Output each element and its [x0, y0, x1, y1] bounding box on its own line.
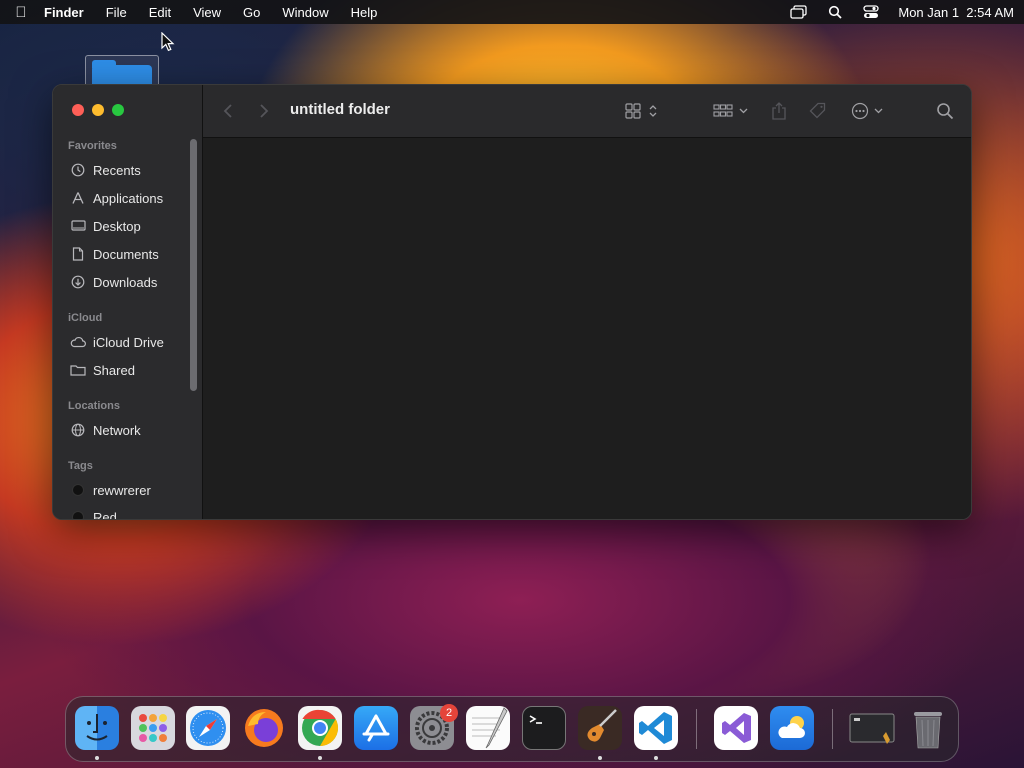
- chrome-icon[interactable]: [298, 706, 342, 750]
- weather-icon[interactable]: [770, 706, 814, 750]
- sidebar-section-tags: Tags: [68, 460, 93, 472]
- menu-view[interactable]: View: [193, 5, 221, 20]
- running-indicator: [95, 756, 99, 760]
- running-indicator: [598, 756, 602, 760]
- sidebar-item-label: rewwrerer: [93, 482, 151, 498]
- sidebar-item-tag-rewwrerer[interactable]: rewwrerer: [70, 480, 151, 500]
- window-title: untitled folder: [290, 101, 390, 118]
- sidebar-item-recents[interactable]: Recents: [70, 160, 141, 180]
- sidebar-section-icloud: iCloud: [68, 312, 103, 324]
- icon-view-toggle-icon[interactable]: [625, 101, 659, 121]
- dock-separator: [832, 709, 833, 749]
- sidebar-item-downloads[interactable]: Downloads: [70, 272, 157, 292]
- sidebar-item-icloud-drive[interactable]: iCloud Drive: [70, 332, 164, 352]
- close-button[interactable]: [72, 104, 84, 116]
- sidebar-item-applications[interactable]: Applications: [70, 188, 163, 208]
- sidebar-item-tag-red[interactable]: Red: [70, 507, 117, 520]
- desktop-folder-icon[interactable]: [85, 55, 159, 89]
- vscode-icon[interactable]: [634, 706, 678, 750]
- document-icon: [70, 247, 86, 261]
- spotlight-search-icon[interactable]: [826, 5, 844, 19]
- sidebar-item-desktop[interactable]: Desktop: [70, 216, 141, 236]
- sidebar-item-documents[interactable]: Documents: [70, 244, 159, 264]
- sidebar-item-label: Red: [93, 509, 117, 520]
- finder-icon[interactable]: [75, 706, 119, 750]
- more-actions-icon[interactable]: [851, 101, 887, 121]
- menu-help[interactable]: Help: [351, 5, 378, 20]
- zoom-button[interactable]: [112, 104, 124, 116]
- control-center-icon[interactable]: [862, 5, 880, 19]
- shared-folder-icon: [70, 363, 86, 377]
- running-indicator: [654, 756, 658, 760]
- textedit-icon[interactable]: [466, 706, 510, 750]
- sidebar-item-label: Recents: [93, 162, 141, 178]
- search-icon[interactable]: [936, 101, 954, 121]
- tag-icon[interactable]: [809, 101, 827, 121]
- globe-icon: [70, 423, 86, 437]
- group-by-icon[interactable]: [713, 101, 749, 121]
- clock-icon: [70, 163, 86, 177]
- minimize-button[interactable]: [92, 104, 104, 116]
- tag-dot-icon: [70, 483, 86, 497]
- menu-file[interactable]: File: [106, 5, 127, 20]
- folder-content-area[interactable]: [203, 138, 971, 519]
- notification-badge: 2: [440, 704, 458, 722]
- sidebar-scrollbar[interactable]: [190, 139, 197, 391]
- sidebar-section-locations: Locations: [68, 400, 120, 412]
- terminal-icon[interactable]: [522, 706, 566, 750]
- garageband-icon[interactable]: [578, 706, 622, 750]
- sidebar-section-favorites: Favorites: [68, 140, 117, 152]
- dock-separator: [696, 709, 697, 749]
- window-controls: [72, 104, 124, 116]
- dock: [65, 696, 959, 762]
- menu-edit[interactable]: Edit: [149, 5, 171, 20]
- sidebar-item-label: Shared: [93, 362, 135, 378]
- sidebar-item-label: Desktop: [93, 218, 141, 234]
- launchpad-icon[interactable]: [131, 706, 175, 750]
- screen-utility-icon[interactable]: [848, 706, 895, 750]
- finder-toolbar: untitled folder: [203, 85, 971, 138]
- menu-app-name[interactable]: Finder: [44, 5, 84, 20]
- sidebar-item-shared[interactable]: Shared: [70, 360, 135, 380]
- mouse-cursor-icon: [161, 32, 175, 52]
- sidebar-item-label: iCloud Drive: [93, 334, 164, 350]
- tag-dot-icon: [70, 510, 86, 519]
- forward-arrow-icon[interactable]: [259, 101, 269, 121]
- applications-icon: [70, 191, 86, 205]
- menu-clock[interactable]: Mon Jan 1 2:54 AM: [898, 5, 1014, 20]
- sidebar-item-label: Network: [93, 422, 141, 438]
- sidebar-item-label: Downloads: [93, 274, 158, 290]
- back-arrow-icon[interactable]: [223, 101, 233, 121]
- safari-icon[interactable]: [186, 706, 230, 750]
- apple-menu-icon[interactable]: : [10, 4, 32, 21]
- cloud-icon: [70, 335, 86, 349]
- sidebar-item-label: Applications: [93, 190, 164, 206]
- desktop-icon: [70, 219, 86, 233]
- share-icon[interactable]: [771, 101, 787, 121]
- sidebar-item-network[interactable]: Network: [70, 420, 141, 440]
- menu-bar:  Finder File Edit View Go Window Help M…: [0, 0, 1024, 24]
- download-icon: [70, 275, 86, 289]
- finder-window: Favorites Recents Applications Desktop D…: [52, 84, 972, 520]
- finder-sidebar: Favorites Recents Applications Desktop D…: [53, 85, 203, 519]
- menu-go[interactable]: Go: [243, 5, 260, 20]
- sidebar-item-label: Documents: [93, 246, 159, 262]
- running-indicator: [318, 756, 322, 760]
- app-store-icon[interactable]: [354, 706, 398, 750]
- visual-studio-icon[interactable]: [714, 706, 758, 750]
- trash-icon[interactable]: [906, 706, 950, 750]
- menu-window[interactable]: Window: [282, 5, 328, 20]
- screen-mirroring-icon[interactable]: [790, 5, 808, 19]
- firefox-icon[interactable]: [242, 706, 286, 750]
